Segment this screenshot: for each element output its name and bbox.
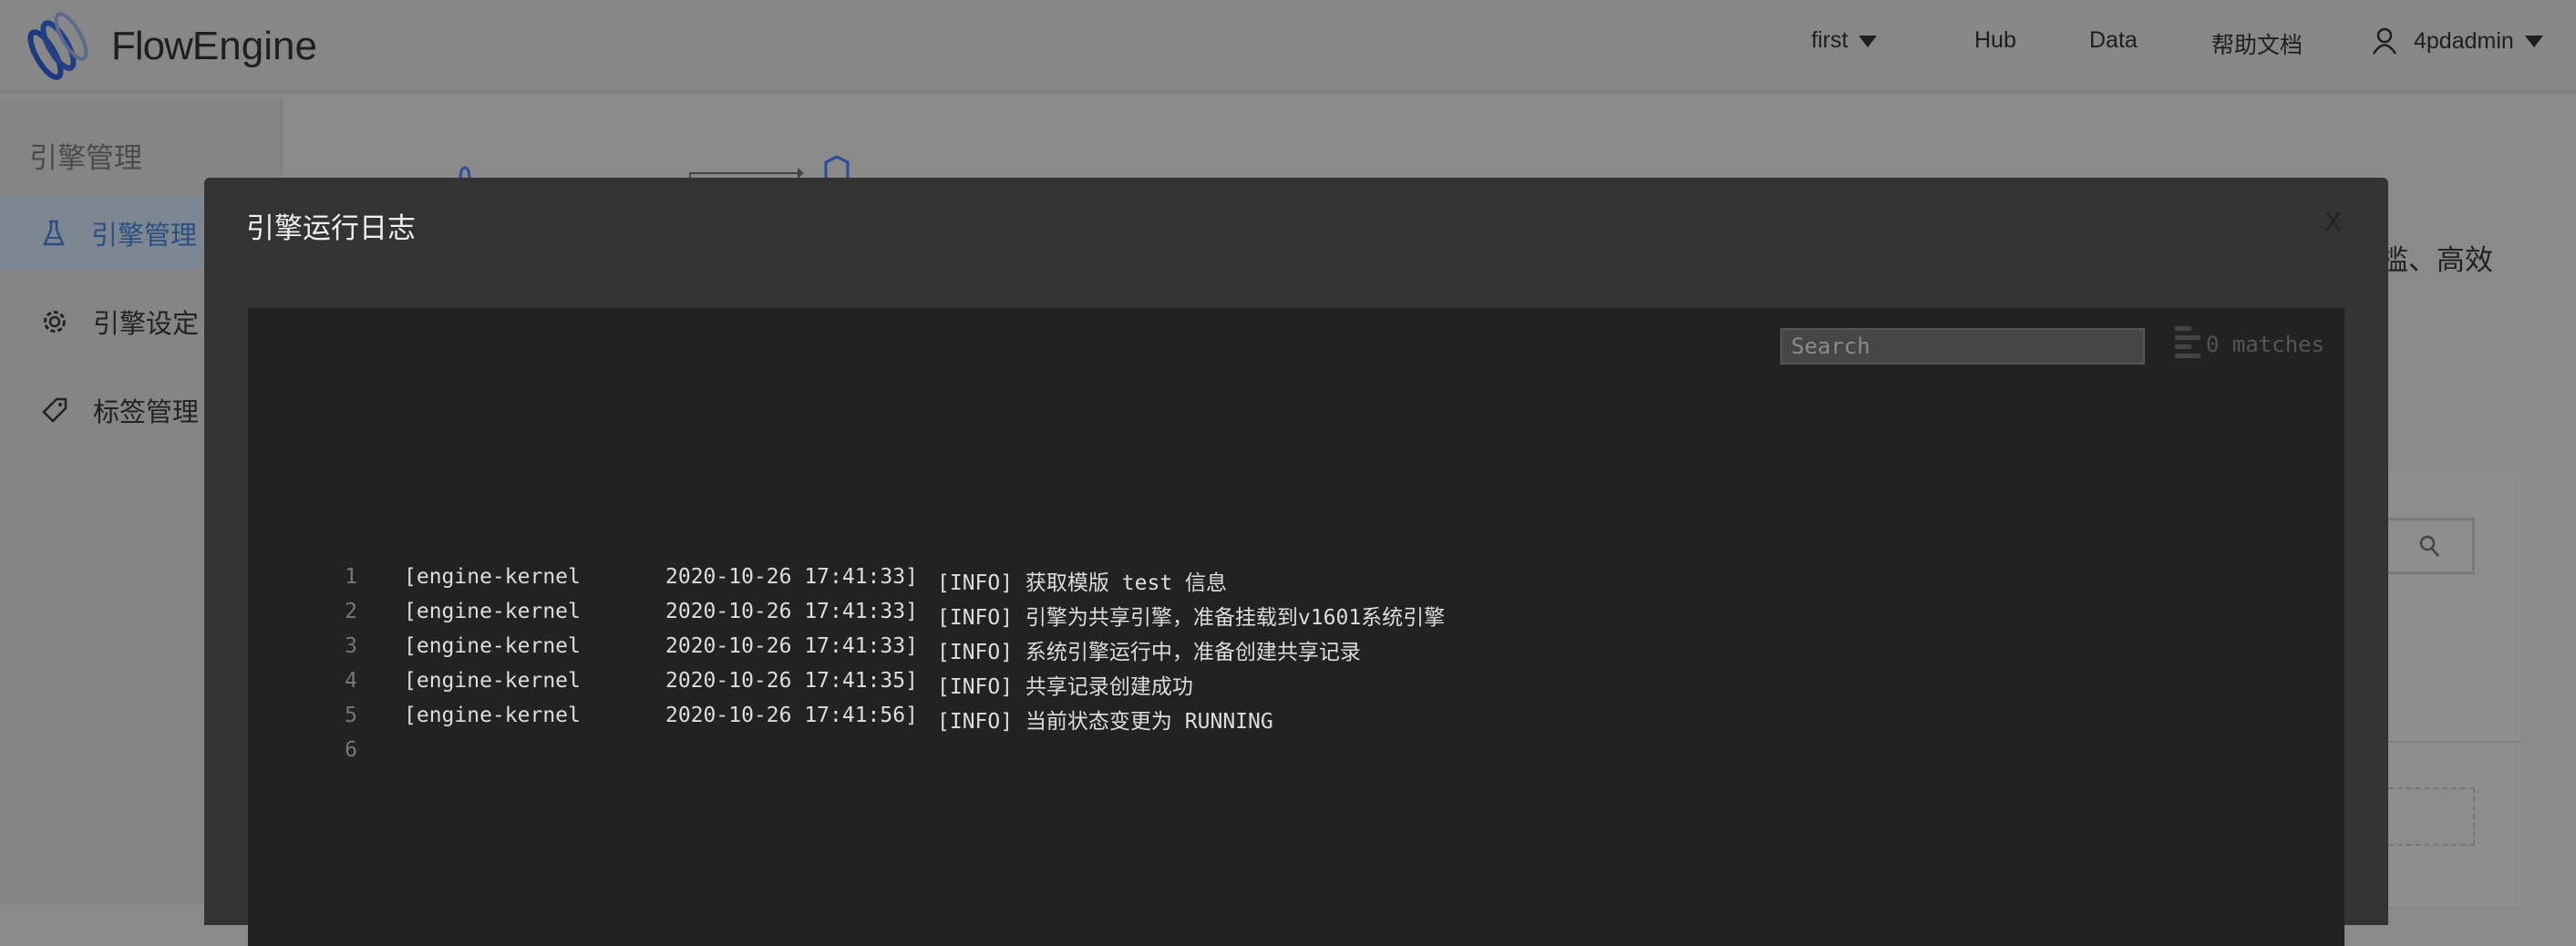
log-source: [engine-kernel [404,600,581,623]
log-source: [engine-kernel [404,634,581,658]
tag-icon [42,397,67,423]
workspace-dropdown[interactable]: first [1811,27,1878,54]
nav-data[interactable]: Data [2089,27,2138,54]
gear-icon [44,311,66,333]
log-message: [INFO] 系统引擎运行中，准备创建共享记录 [937,641,1361,664]
sidebar-item-label: 标签管理 [93,398,200,427]
modal-title: 引擎运行日志 [246,212,416,244]
brand-part2: Engine [191,24,317,68]
user-menu[interactable]: 4pdadmin [2372,27,2543,55]
line-number: 6 [345,738,357,762]
close-button[interactable]: X [2324,207,2342,237]
caret-down-icon [1859,35,1878,47]
flask-icon [43,220,65,246]
user-icon [2372,27,2397,55]
log-source: [engine-kernel [404,565,581,589]
sidebar-item-label: 引擎管理 [91,221,198,251]
log-message: [INFO] 引擎为共享引擎，准备挂载到v1601系统引擎 [937,606,1446,630]
log-source: [engine-kernel [404,704,581,727]
brand-name[interactable]: FlowEngine [111,24,317,69]
workspace-label: first [1811,27,1849,53]
lines-icon[interactable] [2175,326,2202,365]
log-viewer: 0 matches 1 [engine-kernel 2020-10-26 17:4… [248,308,2344,946]
nav-hub[interactable]: Hub [1974,27,2016,54]
log-timestamp: 2020-10-26 17:41:33] [665,634,918,658]
log-timestamp: 2020-10-26 17:41:33] [665,565,918,589]
sidebar-title: 引擎管理 [29,142,142,174]
line-number: 4 [345,669,357,693]
line-number: 5 [345,704,357,727]
caret-down-icon [2524,35,2543,47]
sidebar-item-label: 引擎设定 [93,310,200,339]
log-source: [engine-kernel [404,669,581,693]
log-message: [INFO] 获取模版 test 信息 [937,571,1228,595]
log-timestamp: 2020-10-26 17:41:35] [665,669,918,693]
log-message: [INFO] 共享记录创建成功 [937,675,1193,699]
nav-help-docs[interactable]: 帮助文档 [2211,27,2303,60]
match-count: 0 matches [2206,332,2325,357]
top-header: FlowEngine first Hub Data 帮助文档 4pdadmin [0,0,2576,94]
line-number: 3 [345,634,357,658]
log-message: [INFO] 当前状态变更为 RUNNING [937,710,1273,734]
username: 4pdadmin [2414,27,2514,54]
line-number: 2 [345,600,357,623]
line-number: 1 [345,565,357,589]
brand-part1: Flow [111,24,193,68]
log-timestamp: 2020-10-26 17:41:56] [665,704,918,727]
search-icon [2419,535,2439,557]
log-search-input[interactable] [1780,328,2145,365]
flowengine-logo [27,12,88,80]
engine-log-modal: 引擎运行日志 X 0 matches 1 [engine-kernel 2020-1… [204,178,2388,946]
log-timestamp: 2020-10-26 17:41:33] [665,600,918,623]
